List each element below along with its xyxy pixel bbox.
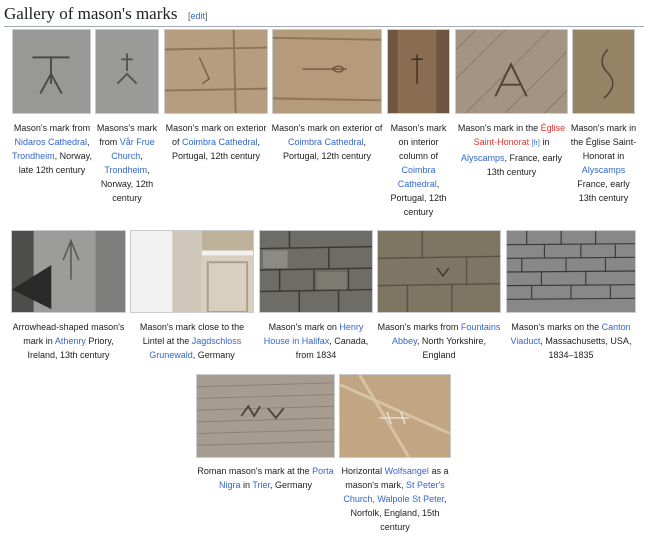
gallery-image-saint-honorat-2[interactable] xyxy=(572,29,635,114)
gallery-image-coimbra-1[interactable] xyxy=(164,29,268,114)
caption-text: Mason's marks from xyxy=(377,322,461,332)
caption-link[interactable]: Alyscamps xyxy=(582,165,626,175)
caption-canton-viaduct: Mason's marks on the Canton Viaduct, Mas… xyxy=(504,320,638,362)
caption-link[interactable]: Trondheim xyxy=(12,151,55,161)
gallery-image-coimbra-2[interactable] xyxy=(272,29,382,114)
caption-coimbra-3: Mason's mark on interior column of Coimb… xyxy=(385,121,452,219)
caption-text: Roman mason's mark at the xyxy=(197,466,313,476)
caption-text: , xyxy=(87,137,90,147)
caption-walpole: Horizontal Wolfsangel as a mason's mark,… xyxy=(337,464,453,534)
caption-text: Mason's mark on exterior of xyxy=(271,123,383,133)
gallery-image-saint-honorat-1[interactable] xyxy=(455,29,568,114)
caption-text: Mason's mark in the xyxy=(457,123,541,133)
caption-text: Mason's mark on xyxy=(268,322,340,332)
section-title: Gallery of mason's marks xyxy=(4,4,178,23)
caption-link[interactable]: Coimbra Cathedral xyxy=(398,165,437,189)
caption-athenry: Arrowhead-shaped mason's mark in Athenry… xyxy=(9,320,128,362)
gallery-image-walpole[interactable] xyxy=(339,374,451,458)
caption-text: Horizontal xyxy=(341,466,385,476)
caption-text: Mason's mark from xyxy=(13,123,91,133)
gallery-image-canton-viaduct[interactable] xyxy=(506,230,636,313)
caption-text: France, early 13th century xyxy=(577,179,630,203)
gallery-image-fountains-abbey[interactable] xyxy=(377,230,501,313)
caption-saint-honorat-1: Mason's mark in the Église Saint-Honorat… xyxy=(453,121,570,179)
caption-link[interactable]: Trondheim xyxy=(104,165,147,175)
caption-interlanguage-link[interactable]: [fr] xyxy=(532,140,540,147)
caption-text: Mason's mark in the Église Saint-Honorat… xyxy=(570,123,637,161)
caption-saint-honorat-2: Mason's mark in the Église Saint-Honorat… xyxy=(570,121,637,205)
edit-bracket-close: ] xyxy=(204,11,208,21)
caption-text: Mason's marks on the xyxy=(511,322,602,332)
caption-text: , Germany xyxy=(192,350,235,360)
caption-link[interactable]: Trier xyxy=(252,480,270,490)
caption-link[interactable]: Coimbra Cathedral xyxy=(288,137,364,147)
caption-text: , Massachusetts, USA, 1834–1835 xyxy=(540,336,632,360)
caption-henry-house: Mason's mark on Henry House in Halifax, … xyxy=(257,320,375,362)
gallery-image-var-frue[interactable] xyxy=(95,29,159,114)
caption-link[interactable]: Wolfsangel xyxy=(385,466,429,476)
caption-porta-nigra: Roman mason's mark at the Porta Nigra in… xyxy=(194,464,337,492)
caption-text: in xyxy=(539,137,550,147)
caption-link[interactable]: Nidaros Cathedral xyxy=(14,137,87,147)
gallery-image-jagdschloss[interactable] xyxy=(130,230,254,313)
gallery-image-athenry[interactable] xyxy=(11,230,126,313)
caption-text: Mason's mark on interior column of xyxy=(390,123,447,161)
caption-jagdschloss: Mason's mark close to the Lintel at the … xyxy=(128,320,256,362)
gallery-image-nidaros[interactable] xyxy=(12,29,91,114)
section-edit: [edit] xyxy=(188,11,208,21)
caption-fountains-abbey: Mason's marks from Fountains Abbey, Nort… xyxy=(375,320,503,362)
caption-link[interactable]: Alyscamps xyxy=(461,153,505,163)
caption-text: in xyxy=(240,480,253,490)
edit-link[interactable]: edit xyxy=(190,11,205,21)
caption-link[interactable]: Coimbra Cathedral xyxy=(182,137,258,147)
caption-text: , Germany xyxy=(270,480,313,490)
caption-text: , North Yorkshire, England xyxy=(416,336,486,360)
caption-text: , xyxy=(140,151,143,161)
gallery-image-henry-house[interactable] xyxy=(259,230,373,313)
caption-link[interactable]: Athenry xyxy=(55,336,86,346)
section-heading: Gallery of mason's marks [edit] xyxy=(4,4,644,27)
caption-coimbra-2: Mason's mark on exterior of Coimbra Cath… xyxy=(270,121,384,163)
gallery-image-coimbra-3[interactable] xyxy=(387,29,450,114)
caption-nidaros: Mason's mark from Nidaros Cathedral, Tro… xyxy=(10,121,94,177)
caption-var-frue: Masons's mark from Vår Frue Church, Tron… xyxy=(93,121,161,205)
gallery-image-porta-nigra[interactable] xyxy=(196,374,335,458)
caption-coimbra-1: Mason's mark on exterior of Coimbra Cath… xyxy=(162,121,270,163)
